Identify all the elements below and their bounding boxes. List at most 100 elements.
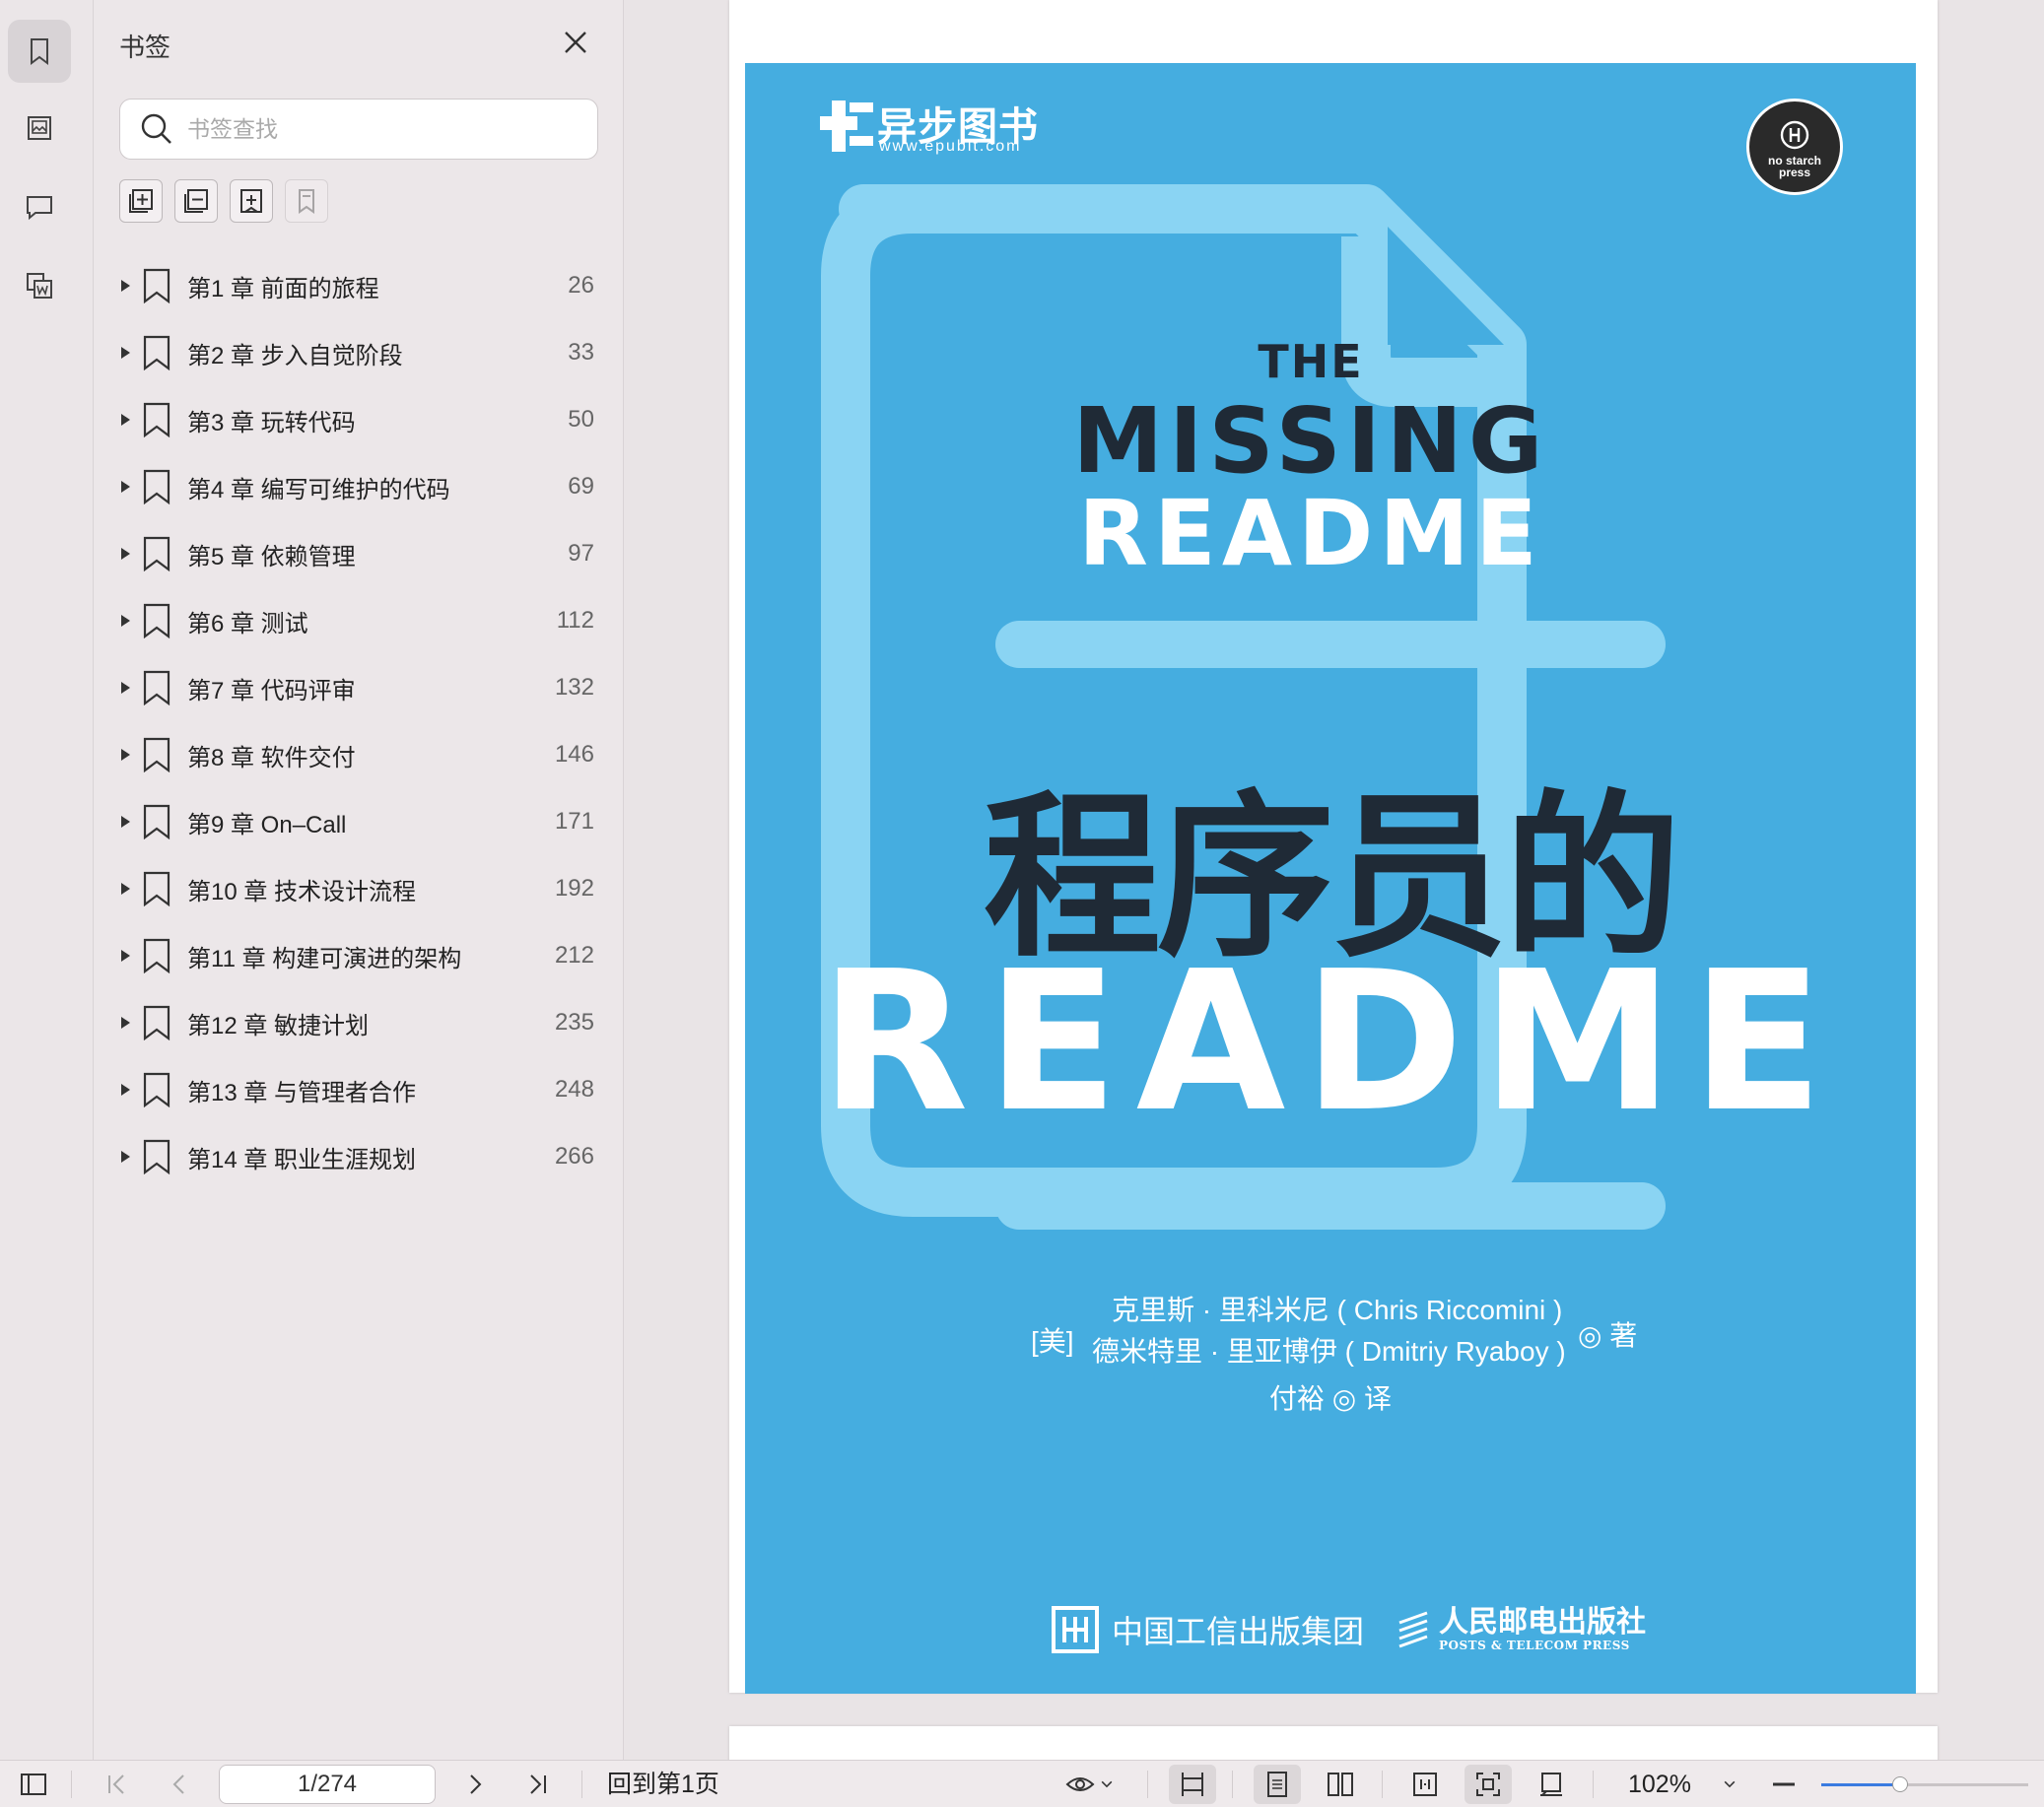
bookmark-item[interactable]: 第11 章 构建可演进的架构 212: [119, 922, 602, 989]
back-to-first-page-link[interactable]: 回到第1页: [607, 1761, 719, 1807]
expand-arrow-icon[interactable]: [121, 481, 130, 493]
comment-panel-button[interactable]: [8, 175, 71, 238]
bookmark-icon: [142, 871, 171, 906]
bookmark-item[interactable]: 第3 章 玩转代码 50: [119, 386, 602, 453]
bookmark-panel-button[interactable]: [8, 20, 71, 83]
expand-arrow-icon[interactable]: [121, 950, 130, 962]
remove-bookmark-button[interactable]: [285, 179, 328, 223]
comment-icon: [27, 196, 52, 221]
sidebar-icon: [21, 1774, 46, 1795]
fit-width-icon: [1413, 1773, 1437, 1796]
bookmark-label: 第3 章 玩转代码: [187, 409, 356, 436]
bookmark-item[interactable]: 第7 章 代码评审 132: [119, 654, 602, 721]
zoom-out-button[interactable]: [1764, 1761, 1804, 1807]
search-input[interactable]: [187, 115, 581, 143]
bookmark-label: 第11 章 构建可演进的架构: [187, 945, 462, 972]
single-page-button[interactable]: [1254, 1765, 1301, 1804]
expand-arrow-icon[interactable]: [121, 1084, 130, 1096]
toggle-sidebar-button[interactable]: [14, 1761, 53, 1807]
previous-page-button[interactable]: [160, 1761, 199, 1807]
bookmark-page-number: 50: [568, 406, 594, 433]
zoom-slider-fill: [1821, 1783, 1900, 1786]
bookmark-label: 第14 章 职业生涯规划: [187, 1146, 417, 1173]
eye-icon: [1065, 1777, 1095, 1791]
expand-arrow-icon[interactable]: [121, 816, 130, 828]
rotate-button[interactable]: [1528, 1761, 1575, 1807]
bookmark-item[interactable]: 第2 章 步入自觉阶段 33: [119, 319, 602, 386]
bookmark-search[interactable]: [119, 99, 598, 160]
annotation-panel-button[interactable]: [8, 254, 71, 317]
fit-page-button[interactable]: [1465, 1765, 1512, 1804]
page-number-input[interactable]: [219, 1765, 436, 1804]
bookmark-page-number: 26: [568, 272, 594, 299]
bookmark-item[interactable]: 第12 章 敏捷计划 235: [119, 989, 602, 1056]
collapse-all-button[interactable]: [174, 179, 218, 223]
bookmark-item[interactable]: 第6 章 测试 112: [119, 587, 602, 654]
expand-icon: [129, 189, 153, 213]
zoom-slider-thumb[interactable]: [1891, 1776, 1908, 1792]
publisher-press-en: POSTS & TELECOM PRESS: [1439, 1639, 1630, 1652]
bookmark-item[interactable]: 第4 章 编写可维护的代码 69: [119, 453, 602, 520]
expand-arrow-icon[interactable]: [121, 682, 130, 694]
no-starch-logo-icon: [1780, 120, 1809, 150]
expand-arrow-icon[interactable]: [121, 414, 130, 426]
bookmark-label: 第13 章 与管理者合作: [187, 1079, 417, 1106]
expand-arrow-icon[interactable]: [121, 1151, 130, 1163]
collapse-icon: [184, 189, 208, 213]
bookmark-item[interactable]: 第5 章 依赖管理 97: [119, 520, 602, 587]
first-page-button[interactable]: [97, 1761, 136, 1807]
author-block: [美] 克里斯 · 里科米尼 ( Chris Riccomini ) 德米特里 …: [745, 1285, 1916, 1423]
bookmark-item[interactable]: 第14 章 职业生涯规划 266: [119, 1123, 602, 1190]
bookmark-page-number: 33: [568, 339, 594, 366]
bookmark-label: 第2 章 步入自觉阶段: [187, 342, 403, 369]
continuous-scroll-button[interactable]: [1169, 1765, 1216, 1804]
bookmark-icon: [142, 268, 171, 303]
single-page-icon: [1267, 1772, 1287, 1797]
bookmark-page-number: 212: [554, 942, 594, 969]
expand-arrow-icon[interactable]: [121, 347, 130, 359]
bookmark-item[interactable]: 第10 章 技术设计流程 192: [119, 855, 602, 922]
bookmark-label: 第9 章 On–Call: [187, 811, 347, 838]
view-mode-dropdown[interactable]: [1060, 1761, 1120, 1807]
add-bookmark-button[interactable]: [230, 179, 273, 223]
chevron-left-icon: [172, 1774, 184, 1794]
minus-icon: [1773, 1782, 1795, 1786]
expand-all-button[interactable]: [119, 179, 163, 223]
expand-arrow-icon[interactable]: [121, 1017, 130, 1029]
expand-arrow-icon[interactable]: [121, 749, 130, 761]
bookmark-item[interactable]: 第8 章 软件交付 146: [119, 721, 602, 788]
chevron-down-icon: [1101, 1780, 1113, 1788]
zoom-slider[interactable]: [1821, 1776, 2028, 1792]
bookmark-page-number: 192: [554, 875, 594, 902]
cover-title-the: THE: [1258, 335, 1364, 388]
next-page-button[interactable]: [455, 1761, 495, 1807]
bookmark-label: 第5 章 依赖管理: [187, 543, 356, 570]
publisher-group-name: 中国工信出版集团: [1112, 1613, 1365, 1650]
bookmark-icon: [31, 38, 48, 65]
two-page-button[interactable]: [1317, 1761, 1364, 1807]
bookmark-icon: [142, 804, 171, 839]
zoom-dropdown[interactable]: [1715, 1761, 1744, 1807]
expand-arrow-icon[interactable]: [121, 280, 130, 292]
bookmark-item[interactable]: 第13 章 与管理者合作 248: [119, 1056, 602, 1123]
zoom-level[interactable]: 102%: [1628, 1761, 1691, 1807]
close-icon[interactable]: [561, 28, 590, 57]
bookmark-icon: [142, 938, 171, 973]
image-icon: [28, 116, 51, 140]
expand-arrow-icon[interactable]: [121, 548, 130, 560]
copy-text-icon: [27, 273, 52, 299]
panel-title: 书签: [119, 33, 171, 62]
bookmark-icon: [142, 402, 171, 437]
bookmark-item[interactable]: 第1 章 前面的旅程 26: [119, 252, 602, 319]
publisher-url: www.epubit.com: [879, 138, 1022, 155]
expand-arrow-icon[interactable]: [121, 883, 130, 895]
bookmark-page-number: 146: [554, 741, 594, 768]
bookmark-item[interactable]: 第9 章 On–Call 171: [119, 788, 602, 855]
author-2: 德米特里 · 里亚博伊 ( Dmitriy Ryaboy ): [1092, 1336, 1566, 1367]
author-role: ◎ 著: [1578, 1320, 1638, 1351]
document-view[interactable]: 异步图书 www.epubit.com no starch press THE …: [625, 0, 2044, 1766]
expand-arrow-icon[interactable]: [121, 615, 130, 627]
thumbnail-panel-button[interactable]: [8, 97, 71, 160]
fit-width-button[interactable]: [1401, 1761, 1449, 1807]
last-page-button[interactable]: [518, 1761, 558, 1807]
